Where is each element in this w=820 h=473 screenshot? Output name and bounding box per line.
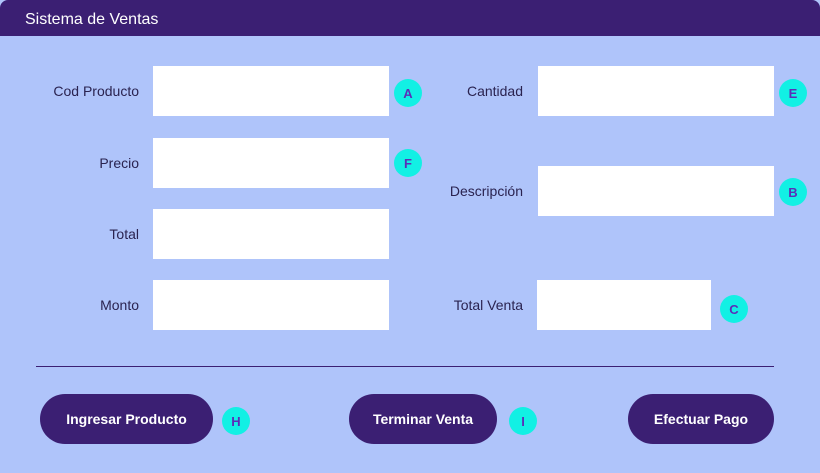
descripcion-input[interactable]	[538, 166, 774, 216]
total-input[interactable]	[153, 209, 389, 259]
marker-badge-e: E	[779, 79, 807, 107]
ingresar-producto-button[interactable]: Ingresar Producto	[40, 394, 213, 444]
cod-producto-input[interactable]	[153, 66, 389, 116]
marker-badge-a: A	[394, 79, 422, 107]
terminar-venta-button[interactable]: Terminar Venta	[349, 394, 497, 444]
efectuar-pago-button[interactable]: Efectuar Pago	[628, 394, 774, 444]
monto-input[interactable]	[153, 280, 389, 330]
section-divider	[36, 366, 774, 367]
marker-badge-f: F	[394, 149, 422, 177]
marker-badge-i: I	[509, 407, 537, 435]
cod-producto-label: Cod Producto	[53, 83, 139, 99]
total-venta-label: Total Venta	[453, 297, 523, 313]
precio-label: Precio	[99, 155, 139, 171]
total-label: Total	[109, 226, 139, 242]
marker-badge-c: C	[720, 295, 748, 323]
cantidad-label: Cantidad	[466, 83, 523, 99]
precio-input[interactable]	[153, 138, 389, 188]
total-venta-input[interactable]	[537, 280, 711, 330]
marker-badge-h: H	[222, 407, 250, 435]
marker-badge-b: B	[779, 178, 807, 206]
monto-label: Monto	[100, 297, 139, 313]
window-title: Sistema de Ventas	[25, 11, 159, 28]
cantidad-input[interactable]	[538, 66, 774, 116]
title-bar: Sistema de Ventas	[0, 0, 820, 36]
descripcion-label: Descripción	[449, 183, 523, 199]
